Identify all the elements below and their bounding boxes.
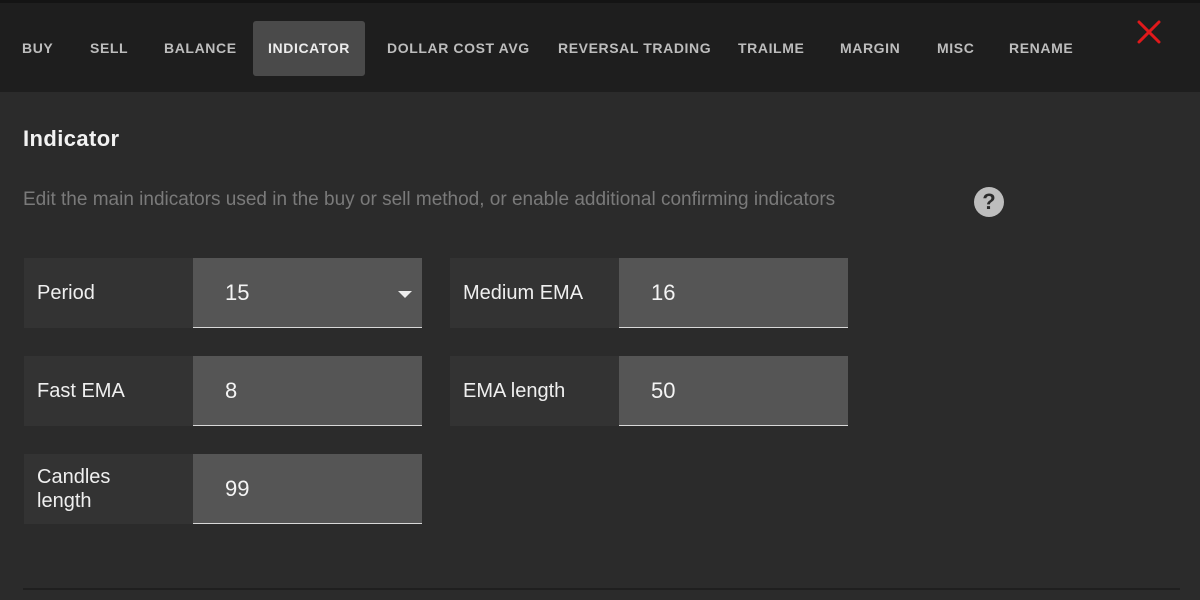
page-title: Indicator xyxy=(23,126,120,151)
fast-ema-value: 8 xyxy=(225,377,238,403)
tab-balance[interactable]: BALANCE xyxy=(164,21,237,76)
tab-buy[interactable]: BUY xyxy=(22,21,53,76)
tab-misc[interactable]: MISC xyxy=(937,21,974,76)
candles-length-value: 99 xyxy=(225,475,250,501)
ema-length-input[interactable]: 50 xyxy=(619,356,848,426)
medium-ema-value: 16 xyxy=(651,279,676,305)
ema-length-field: EMA length 50 xyxy=(450,356,848,426)
tab-rename[interactable]: RENAME xyxy=(1009,21,1073,76)
ema-length-label: EMA length xyxy=(450,356,620,426)
tab-indicator[interactable]: INDICATOR xyxy=(253,21,365,76)
settings-window: BUY SELL BALANCE INDICATOR DOLLAR COST A… xyxy=(0,0,1200,600)
fast-ema-label: Fast EMA xyxy=(24,356,194,426)
period-select[interactable]: 15 xyxy=(193,258,422,328)
chevron-down-icon xyxy=(398,291,412,298)
candles-length-field: Candles length 99 xyxy=(24,454,422,524)
help-icon[interactable]: ? xyxy=(974,187,1004,217)
close-icon[interactable] xyxy=(1136,19,1162,45)
medium-ema-input[interactable]: 16 xyxy=(619,258,848,328)
tab-reversal-trading[interactable]: REVERSAL TRADING xyxy=(558,21,711,76)
tab-sell[interactable]: SELL xyxy=(90,21,128,76)
medium-ema-label: Medium EMA xyxy=(450,258,620,328)
ema-length-value: 50 xyxy=(651,377,676,403)
candles-length-label: Candles length xyxy=(24,454,194,524)
period-label: Period xyxy=(24,258,194,328)
period-field: Period 15 xyxy=(24,258,422,328)
fast-ema-input[interactable]: 8 xyxy=(193,356,422,426)
candles-length-input[interactable]: 99 xyxy=(193,454,422,524)
divider xyxy=(23,588,1180,590)
tab-dollar-cost-avg[interactable]: DOLLAR COST AVG xyxy=(387,21,530,76)
medium-ema-field: Medium EMA 16 xyxy=(450,258,848,328)
fast-ema-field: Fast EMA 8 xyxy=(24,356,422,426)
page-description: Edit the main indicators used in the buy… xyxy=(23,189,836,210)
period-value: 15 xyxy=(225,279,250,305)
tab-trailme[interactable]: TRAILME xyxy=(738,21,804,76)
tab-margin[interactable]: MARGIN xyxy=(840,21,900,76)
tab-bar: BUY SELL BALANCE INDICATOR DOLLAR COST A… xyxy=(0,0,1200,92)
